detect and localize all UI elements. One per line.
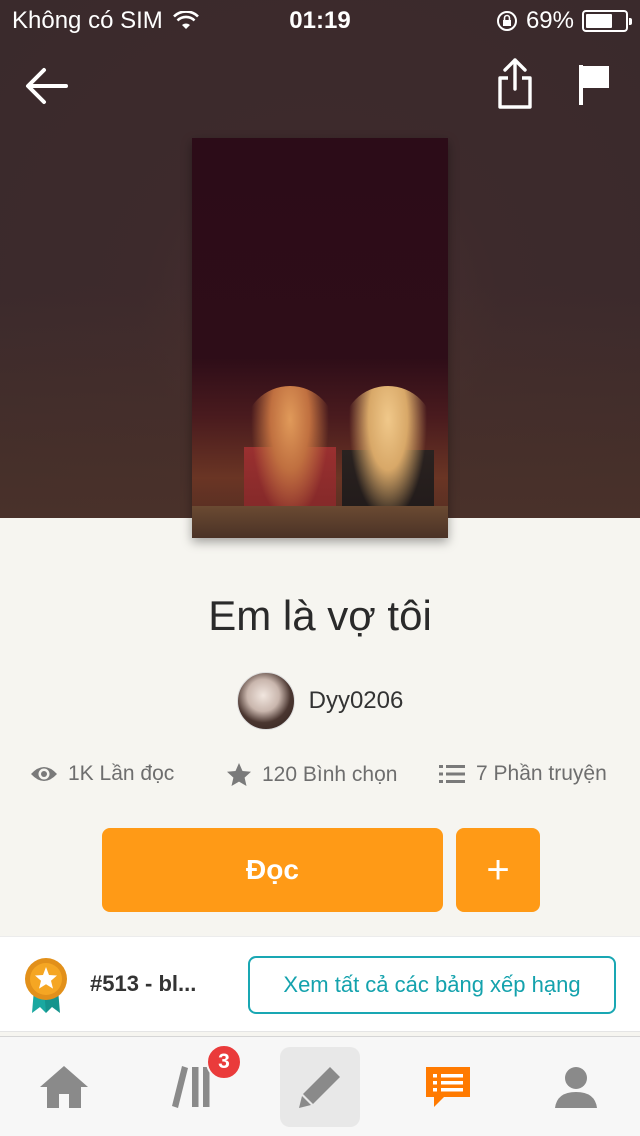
battery-icon (582, 10, 632, 32)
status-right: 69% (496, 7, 632, 35)
library-notification-badge: 3 (206, 1044, 242, 1080)
tab-write[interactable] (280, 1047, 360, 1127)
pencil-icon (299, 1067, 340, 1108)
stat-parts: 7 Phần truyện (438, 762, 607, 786)
votes-label: 120 Bình chọn (262, 763, 398, 786)
author-row[interactable]: Dyy0206 (0, 672, 640, 730)
eye-icon (31, 767, 57, 781)
add-to-library-button[interactable]: + (456, 828, 540, 912)
view-all-rankings-button[interactable]: Xem tất cả các bảng xếp hạng (248, 956, 616, 1014)
profile-icon (555, 1067, 597, 1108)
star-icon (227, 763, 251, 786)
arrow-left-icon (26, 68, 68, 104)
bottom-tab-bar (0, 1036, 640, 1136)
author-name[interactable]: Dyy0206 (309, 687, 404, 715)
ranking-text[interactable]: #513 - bl... (90, 971, 196, 997)
messages-icon (426, 1067, 470, 1107)
status-bar: Không có SIM 01:19 69% (0, 0, 640, 40)
reads-label: 1K Lần đọc (68, 762, 175, 785)
tab-home[interactable] (24, 1047, 104, 1127)
ranking-bar: #513 - bl... Xem tất cả các bảng xếp hạn… (0, 936, 640, 1032)
list-icon (439, 765, 465, 783)
flag-icon (579, 65, 609, 105)
tab-messages[interactable] (408, 1047, 488, 1127)
story-cover-image[interactable] (192, 138, 448, 538)
battery-percent: 69% (525, 7, 574, 34)
cover-floor (192, 506, 448, 538)
author-avatar[interactable] (236, 672, 295, 730)
share-button[interactable] (490, 54, 540, 114)
tab-profile[interactable] (536, 1047, 616, 1127)
home-icon (40, 1066, 88, 1108)
orientation-lock-icon (496, 11, 517, 31)
stat-reads: 1K Lần đọc (30, 762, 174, 786)
story-stats: 1K Lần đọc 120 Bình chọn 7 Phần truyện (0, 762, 640, 798)
parts-label: 7 Phần truyện (476, 762, 607, 785)
stat-votes: 120 Bình chọn (226, 762, 397, 788)
ranking-medal-icon (25, 958, 67, 1013)
read-button[interactable]: Đọc (102, 828, 443, 912)
story-title: Em là vợ tôi (208, 592, 432, 639)
report-button[interactable] (570, 56, 618, 112)
share-icon (498, 58, 532, 109)
back-button[interactable] (18, 58, 74, 114)
